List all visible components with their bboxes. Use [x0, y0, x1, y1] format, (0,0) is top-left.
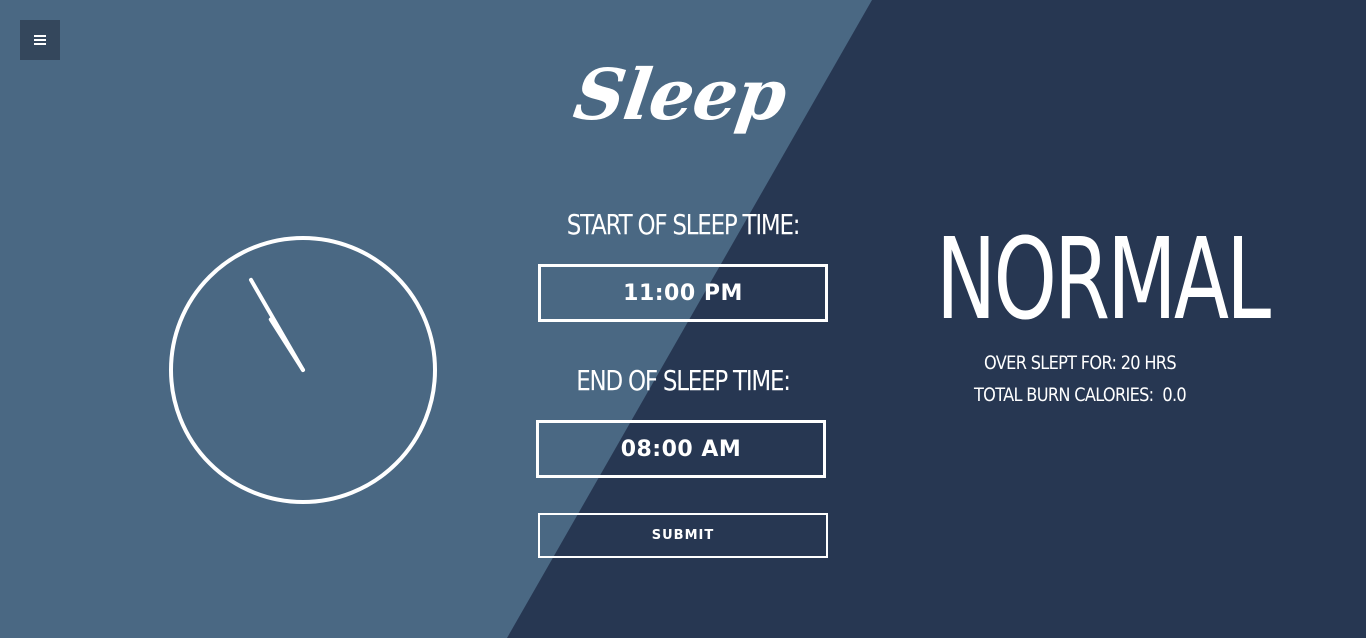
clock-minute-hand: [249, 277, 305, 372]
submit-button[interactable]: SUBMIT: [538, 513, 828, 558]
hamburger-menu-icon: [34, 35, 46, 45]
start-time-input[interactable]: [538, 264, 828, 322]
end-time-label: END OF SLEEP TIME:: [576, 364, 791, 397]
sleep-page: Sleep START OF SLEEP TIME: END OF SLEEP …: [0, 0, 1366, 638]
menu-button[interactable]: [20, 20, 60, 60]
end-time-input[interactable]: [536, 420, 826, 478]
start-time-label: START OF SLEEP TIME:: [566, 208, 801, 241]
app-title: Sleep: [569, 53, 791, 136]
sleep-status: NORMAL: [936, 215, 1271, 345]
overslept-text: OVER SLEPT FOR: 20 HRS: [984, 352, 1177, 374]
analog-clock-icon: [169, 236, 437, 504]
calories-text: TOTAL BURN CALORIES: 0.0: [974, 384, 1187, 406]
